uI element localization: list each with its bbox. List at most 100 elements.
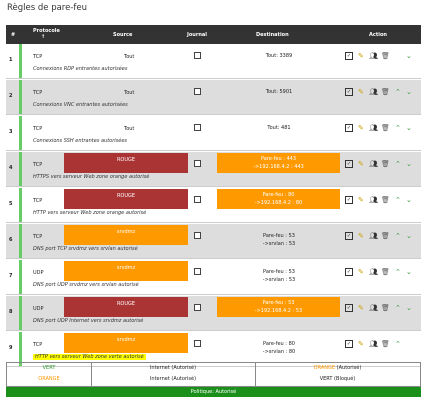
- chevron-down-icon[interactable]: ⌄: [406, 268, 412, 276]
- row-actions: ✓ ✎ 👥︎ 🗑︎ ⌃ ⌄: [345, 196, 421, 206]
- dest-line-1: Pare-feu : 53: [263, 233, 295, 239]
- journal-checkbox[interactable]: [194, 52, 201, 59]
- chevron-down-icon[interactable]: ⌄: [406, 88, 412, 96]
- chevron-up-icon[interactable]: ⌃: [395, 124, 401, 132]
- header-journal: Journal: [187, 32, 207, 38]
- users-icon[interactable]: 👥︎: [369, 232, 378, 240]
- rule-destination: Pare-feu : 53 ->srvlan : 53: [249, 268, 309, 284]
- users-icon[interactable]: 👥︎: [369, 52, 378, 60]
- checkbox-icon[interactable]: ✓: [345, 52, 353, 60]
- journal-checkbox[interactable]: [194, 88, 201, 95]
- row-actions: ✓ ✎ 👥︎ 🗑︎ ⌃ ⌄: [345, 88, 421, 98]
- checkbox-icon[interactable]: ✓: [345, 340, 353, 348]
- legend-target-vert-status: (Bloqué): [332, 376, 356, 382]
- header-num: #: [11, 32, 16, 38]
- rule-description: DNS port UDP srvdmz vers srvlan autorisé: [33, 282, 139, 288]
- rule-description: Connexions VNC entrantes autorisées: [33, 102, 128, 108]
- sort-arrow-icon[interactable]: ↑: [41, 34, 45, 40]
- journal-checkbox[interactable]: [194, 232, 201, 239]
- journal-checkbox[interactable]: [194, 124, 201, 131]
- legend-internet-2: Internet (Autorisé): [149, 376, 197, 382]
- journal-checkbox[interactable]: [194, 160, 201, 167]
- rule-destination: Pare-feu : 443 ->192.168.4.2 : 443: [217, 153, 340, 173]
- dest-line-1: Tout: 481: [267, 125, 291, 131]
- trash-icon[interactable]: 🗑︎: [381, 268, 390, 276]
- status-bar: [19, 332, 22, 366]
- checkbox-icon[interactable]: ✓: [345, 232, 353, 240]
- journal-checkbox[interactable]: [194, 304, 201, 311]
- table-header: # Protocole ↑ Source Journal Destination…: [6, 25, 421, 44]
- chevron-up-icon[interactable]: ⌃: [395, 268, 401, 276]
- table-row: 6 TCP srvdmz Pare-feu : 53 ->srvlan : 53 DNS …: [6, 224, 421, 259]
- chevron-up-icon[interactable]: ⌃: [395, 160, 401, 168]
- pencil-icon[interactable]: ✎: [358, 52, 364, 60]
- dest-line-1: Tout: 3389: [265, 53, 293, 59]
- dest-line-1: Tout: 5901: [265, 89, 293, 95]
- rule-number: 6: [9, 237, 13, 243]
- dest-line-1: Pare-feu : 53: [263, 269, 295, 275]
- chevron-up-icon[interactable]: ⌃: [395, 340, 401, 348]
- users-icon[interactable]: 👥︎: [369, 268, 378, 276]
- status-bar: [19, 224, 22, 258]
- rule-number: 1: [9, 57, 13, 63]
- users-icon[interactable]: 👥︎: [369, 124, 378, 132]
- header-source: Source: [113, 32, 133, 38]
- pencil-icon[interactable]: ✎: [358, 88, 364, 96]
- pencil-icon[interactable]: ✎: [358, 340, 364, 348]
- chevron-up-icon[interactable]: ⌃: [395, 304, 401, 312]
- table-row: 1 TCP Tout Tout: 3389 Connexions RDP entrant…: [6, 44, 421, 79]
- dest-line-2: ->srvlan : 53: [262, 277, 296, 283]
- chevron-down-icon[interactable]: ⌄: [406, 160, 412, 168]
- trash-icon[interactable]: 🗑︎: [381, 232, 390, 240]
- users-icon[interactable]: 👥︎: [369, 304, 378, 312]
- pencil-icon[interactable]: ✎: [358, 232, 364, 240]
- pencil-icon[interactable]: ✎: [358, 124, 364, 132]
- checkbox-icon[interactable]: ✓: [345, 268, 353, 276]
- users-icon[interactable]: 👥︎: [369, 196, 378, 204]
- users-icon[interactable]: 👥︎: [369, 340, 378, 348]
- trash-icon[interactable]: 🗑︎: [381, 52, 390, 60]
- status-bar: [19, 188, 22, 222]
- checkbox-icon[interactable]: ✓: [345, 88, 353, 96]
- pencil-icon[interactable]: ✎: [358, 160, 364, 168]
- chevron-down-icon[interactable]: ⌄: [406, 232, 412, 240]
- journal-checkbox[interactable]: [194, 196, 201, 203]
- rule-source: srvdmz: [64, 333, 188, 353]
- checkbox-icon[interactable]: ✓: [345, 304, 353, 312]
- trash-icon[interactable]: 🗑︎: [381, 160, 390, 168]
- rule-number: 9: [9, 345, 13, 351]
- trash-icon[interactable]: 🗑︎: [381, 88, 390, 96]
- trash-icon[interactable]: 🗑︎: [381, 340, 390, 348]
- legend-internet-1: Internet (Autorisé): [149, 365, 197, 371]
- rule-protocol: TCP: [33, 90, 43, 96]
- rule-number: 2: [9, 93, 13, 99]
- rule-description: DNS port UDP Internet vers srvdmz autori…: [33, 318, 144, 324]
- rule-description: HTTP vers serveur Web zone verte autoris…: [33, 354, 146, 360]
- pencil-icon[interactable]: ✎: [358, 268, 364, 276]
- pencil-icon[interactable]: ✎: [358, 304, 364, 312]
- trash-icon[interactable]: 🗑︎: [381, 124, 390, 132]
- journal-checkbox[interactable]: [194, 268, 201, 275]
- rule-source: srvdmz: [64, 261, 188, 281]
- rule-destination: Pare-feu : 80 ->srvlan : 80: [249, 340, 309, 356]
- chevron-down-icon[interactable]: ⌄: [406, 52, 412, 60]
- chevron-up-icon[interactable]: ⌃: [395, 232, 401, 240]
- chevron-down-icon[interactable]: ⌄: [406, 196, 412, 204]
- chevron-up-icon[interactable]: ⌃: [395, 88, 401, 96]
- chevron-down-icon[interactable]: ⌄: [406, 304, 412, 312]
- checkbox-icon[interactable]: ✓: [345, 196, 353, 204]
- row-actions: ✓ ✎ 👥︎ 🗑︎ ⌃ ⌄: [345, 268, 421, 278]
- checkbox-icon[interactable]: ✓: [345, 124, 353, 132]
- header-protocol[interactable]: Protocole: [33, 28, 60, 34]
- users-icon[interactable]: 👥︎: [369, 160, 378, 168]
- chevron-up-icon[interactable]: ⌃: [395, 196, 401, 204]
- status-bar: [19, 296, 22, 330]
- checkbox-icon[interactable]: ✓: [345, 160, 353, 168]
- journal-checkbox[interactable]: [194, 340, 201, 347]
- chevron-down-icon[interactable]: ⌄: [406, 124, 412, 132]
- pencil-icon[interactable]: ✎: [358, 196, 364, 204]
- users-icon[interactable]: 👥︎: [369, 88, 378, 96]
- row-actions: ✓ ✎ 👥︎ 🗑︎ ⌃ ⌄: [345, 124, 421, 134]
- trash-icon[interactable]: 🗑︎: [381, 196, 390, 204]
- trash-icon[interactable]: 🗑︎: [381, 304, 390, 312]
